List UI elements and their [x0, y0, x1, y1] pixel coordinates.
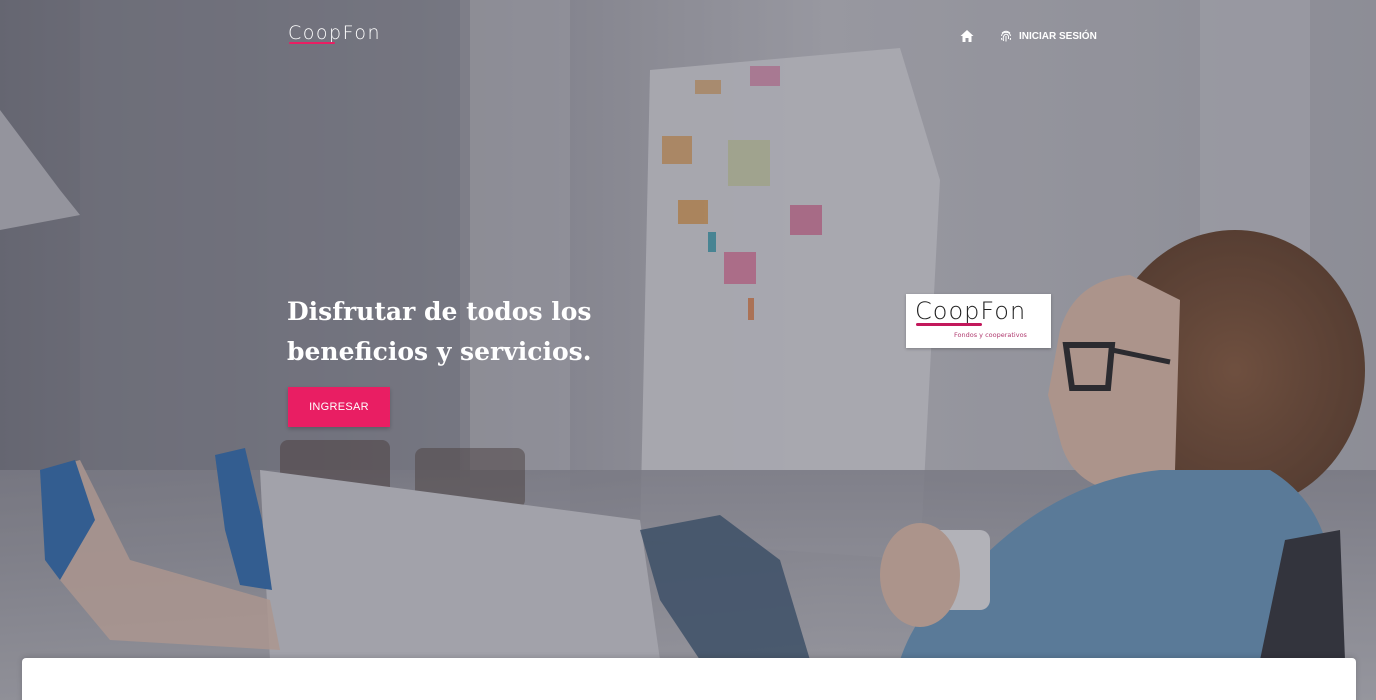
hero-headline: Disfrutar de todos los beneficios y serv…: [287, 292, 647, 372]
brand-underline: [289, 42, 335, 44]
hero-overlay: [0, 0, 1376, 700]
logo-card-underline: [916, 323, 982, 326]
ingresar-button[interactable]: INGRESAR: [288, 387, 390, 427]
top-navbar: CoopFon INICIAR SESIÓN: [0, 0, 1376, 72]
main-content-panel: [22, 658, 1356, 700]
home-link[interactable]: [959, 28, 975, 44]
brand-logo-link[interactable]: CoopFon: [288, 22, 381, 44]
login-label: INICIAR SESIÓN: [1019, 30, 1097, 42]
logo-card-wordmark: CoopFon: [915, 297, 1027, 325]
fingerprint-icon: [1001, 30, 1011, 42]
hero-headline-line-2: beneficios y servicios.: [287, 337, 592, 366]
logo-card: CoopFon Fondos y cooperativos: [906, 294, 1051, 348]
login-link[interactable]: INICIAR SESIÓN: [999, 28, 1097, 44]
hero-headline-line-1: Disfrutar de todos los: [287, 297, 592, 326]
logo-card-tagline: Fondos y cooperativos: [954, 331, 1027, 339]
home-icon: [960, 30, 974, 42]
hero-section: CoopFon INICIAR SESIÓN Disfrutar de todo…: [0, 0, 1376, 700]
